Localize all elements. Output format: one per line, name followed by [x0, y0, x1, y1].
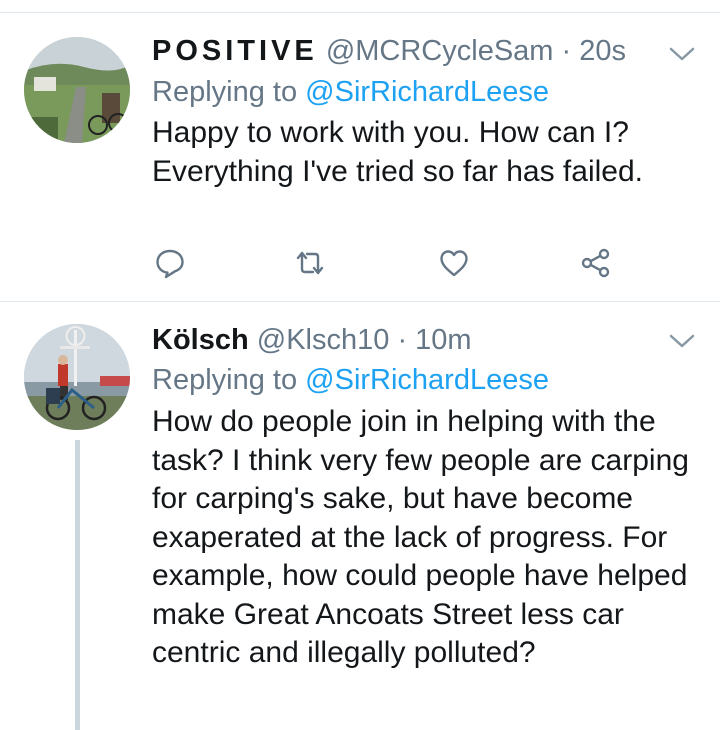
like-icon [440, 250, 468, 277]
tweet-header: Kölsch @Klsch10 · 10m [152, 322, 472, 358]
retweet-button[interactable] [292, 245, 328, 281]
separator: · [397, 324, 408, 356]
avatar[interactable] [24, 37, 130, 143]
share-icon [581, 248, 610, 278]
separator: · [561, 35, 572, 67]
mention-link[interactable]: @SirRichardLeese [305, 76, 549, 108]
replying-label: Replying to [152, 364, 298, 396]
tweet[interactable]: Kölsch @Klsch10 · 10m Replying to @SirRi… [0, 302, 720, 730]
replying-to: Replying to @SirRichardLeese [152, 74, 549, 110]
chevron-down-icon[interactable] [668, 332, 696, 350]
replying-label: Replying to [152, 76, 298, 108]
retweet-icon [296, 251, 324, 275]
display-name[interactable]: POSITIVE [152, 35, 318, 67]
handle[interactable]: @MCRCycleSam [326, 35, 554, 67]
action-bar [152, 245, 632, 281]
share-button[interactable] [578, 245, 614, 281]
top-divider [0, 0, 720, 13]
avatar-photo [24, 324, 130, 430]
timestamp[interactable]: 10m [415, 324, 471, 356]
display-name[interactable]: Kölsch [152, 324, 249, 356]
tweet-text: Happy to work with you. How can I? Every… [152, 116, 643, 188]
avatar[interactable] [24, 324, 130, 430]
mention-link[interactable]: @SirRichardLeese [305, 364, 549, 396]
thread-line [75, 440, 80, 730]
replying-to: Replying to @SirRichardLeese [152, 362, 549, 398]
avatar-photo [24, 37, 130, 143]
tweet[interactable]: POSITIVE @MCRCycleSam · 20s Replying to … [0, 13, 720, 302]
reply-icon [156, 249, 184, 279]
like-button[interactable] [436, 245, 472, 281]
tweet-header: POSITIVE @MCRCycleSam · 20s [152, 33, 626, 69]
handle[interactable]: @Klsch10 [257, 324, 390, 356]
tweet-text: How do people join in helping with the t… [152, 405, 689, 669]
chevron-down-icon[interactable] [668, 45, 696, 63]
reply-button[interactable] [152, 245, 188, 281]
timestamp[interactable]: 20s [579, 35, 626, 67]
